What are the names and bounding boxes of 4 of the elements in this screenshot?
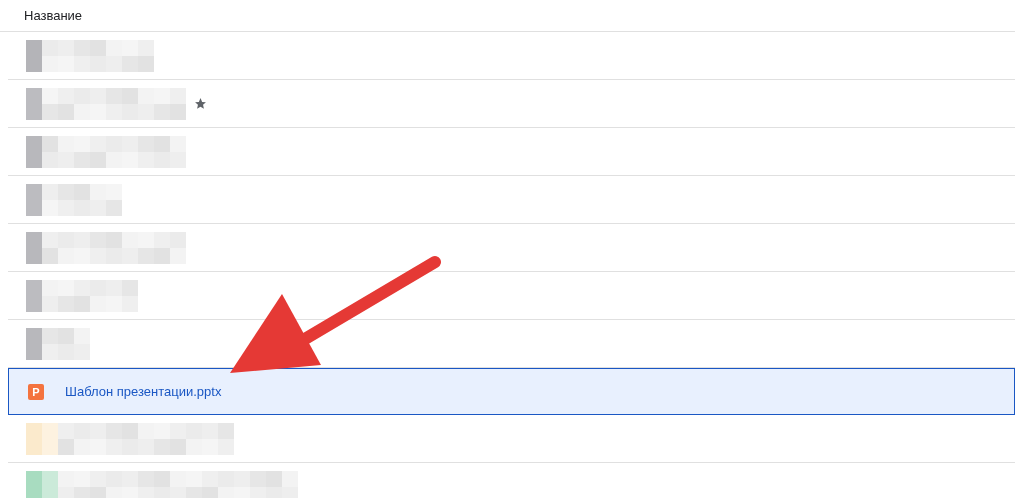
file-name: Шаблон презентации.pptx bbox=[65, 384, 222, 399]
column-header[interactable]: Название bbox=[24, 8, 83, 23]
file-row[interactable]: P Шаблон презентации.pptx bbox=[8, 368, 1015, 415]
presentation-file-icon: P bbox=[28, 383, 44, 400]
